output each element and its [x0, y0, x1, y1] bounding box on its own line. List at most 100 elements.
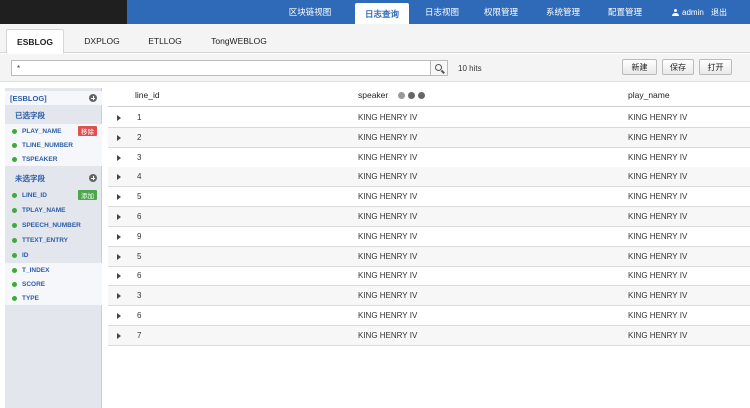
- cell-play-name: KING HENRY IV: [628, 192, 688, 202]
- expand-caret-icon[interactable]: [117, 233, 121, 240]
- field-name: SPEECH_NUMBER: [22, 221, 81, 229]
- cell-line-id: 4: [137, 172, 142, 182]
- expand-caret-icon[interactable]: [117, 154, 121, 161]
- index-name: [ESBLOG]: [10, 93, 47, 103]
- nav-permission[interactable]: 权限管理: [472, 0, 530, 24]
- field-item[interactable]: TLINE_NUMBER: [5, 138, 102, 152]
- field-item[interactable]: TTEXT_ENTRY: [5, 233, 102, 247]
- nav-config[interactable]: 配置管理: [594, 0, 656, 24]
- expand-caret-icon[interactable]: [117, 174, 121, 181]
- tab-tongweblog[interactable]: TongWEBLOG: [204, 29, 274, 53]
- cell-speaker: KING HENRY IV: [358, 311, 418, 320]
- field-item[interactable]: LINE_ID 添加: [5, 188, 102, 202]
- column-header-line-id[interactable]: line_id: [135, 90, 160, 100]
- cell-play-name: KING HENRY IV: [628, 172, 688, 182]
- save-button[interactable]: 保存: [662, 59, 694, 75]
- field-name: TTEXT_ENTRY: [22, 236, 68, 244]
- table-row[interactable]: 5 KING HENRY IV KING HENRY IV: [108, 187, 750, 208]
- field-name: TLINE_NUMBER: [22, 141, 73, 149]
- expand-caret-icon[interactable]: [117, 332, 121, 339]
- cell-line-id: 6: [137, 271, 142, 281]
- field-dot-icon: [12, 281, 17, 287]
- remove-column-icon[interactable]: [408, 92, 415, 99]
- tab-etllog[interactable]: ETLLOG: [140, 29, 190, 53]
- field-item[interactable]: SPEECH_NUMBER: [5, 218, 102, 232]
- field-name: T_INDEX: [22, 266, 50, 274]
- tab-dxplog[interactable]: DXPLOG: [74, 29, 130, 53]
- field-dot-icon: [12, 252, 17, 258]
- table-row[interactable]: 7 KING HENRY IV KING HENRY IV: [108, 325, 750, 346]
- field-item[interactable]: ID: [5, 248, 102, 262]
- cell-line-id: 5: [137, 192, 142, 202]
- table-row[interactable]: 9 KING HENRY IV KING HENRY IV: [108, 227, 750, 247]
- field-item[interactable]: PLAY_NAME 移除: [5, 124, 102, 138]
- field-item[interactable]: TYPE: [5, 291, 102, 305]
- add-circle-icon[interactable]: [89, 174, 97, 182]
- field-item[interactable]: TPLAY_NAME: [5, 203, 102, 217]
- field-name: TPLAY_NAME: [22, 206, 66, 214]
- cell-play-name: KING HENRY IV: [628, 330, 688, 340]
- cell-line-id: 1: [137, 113, 142, 122]
- field-dot-icon: [12, 222, 17, 228]
- search-button[interactable]: [431, 60, 448, 76]
- table-row[interactable]: 4 KING HENRY IV KING HENRY IV: [108, 167, 750, 188]
- new-button[interactable]: 新建: [622, 59, 657, 75]
- nav-blockchain-view[interactable]: 区块链视图: [278, 0, 342, 24]
- expand-caret-icon[interactable]: [117, 313, 121, 319]
- table-row[interactable]: 5 KING HENRY IV KING HENRY IV: [108, 246, 750, 267]
- add-field-button[interactable]: 添加: [78, 190, 97, 200]
- field-dot-icon: [12, 267, 17, 273]
- table-row[interactable]: 6 KING HENRY IV KING HENRY IV: [108, 306, 750, 326]
- nav-log-query[interactable]: 日志查询: [355, 3, 409, 24]
- sort-icon[interactable]: [398, 92, 405, 99]
- expand-caret-icon[interactable]: [117, 293, 121, 300]
- cell-speaker: KING HENRY IV: [358, 172, 418, 182]
- expand-caret-icon[interactable]: [117, 115, 121, 121]
- expand-caret-icon[interactable]: [117, 273, 121, 280]
- cell-play-name: KING HENRY IV: [628, 311, 688, 320]
- move-right-icon[interactable]: [418, 92, 425, 99]
- cell-speaker: KING HENRY IV: [358, 231, 418, 241]
- table-row[interactable]: 2 KING HENRY IV KING HENRY IV: [108, 127, 750, 148]
- field-item[interactable]: SCORE: [5, 277, 102, 291]
- cell-speaker: KING HENRY IV: [358, 291, 418, 301]
- open-button[interactable]: 打开: [699, 59, 732, 75]
- column-header-play-name[interactable]: play_name: [628, 90, 670, 100]
- logout-link[interactable]: 退出: [711, 0, 727, 24]
- cell-line-id: 5: [137, 251, 142, 261]
- cell-line-id: 7: [137, 330, 142, 340]
- table-row[interactable]: 3 KING HENRY IV KING HENRY IV: [108, 148, 750, 168]
- expand-caret-icon[interactable]: [117, 194, 121, 201]
- selected-fields-title: 已选字段: [15, 110, 45, 120]
- cell-speaker: KING HENRY IV: [358, 192, 418, 202]
- cell-play-name: KING HENRY IV: [628, 251, 688, 261]
- nav-log-view[interactable]: 日志视图: [414, 0, 470, 24]
- expand-caret-icon[interactable]: [117, 214, 121, 220]
- expand-caret-icon[interactable]: [117, 253, 121, 260]
- cell-speaker: KING HENRY IV: [358, 212, 418, 221]
- field-name: PLAY_NAME: [22, 127, 62, 135]
- field-item[interactable]: T_INDEX: [5, 263, 102, 277]
- field-name: TSPEAKER: [22, 155, 58, 163]
- table-row[interactable]: 1 KING HENRY IV KING HENRY IV: [108, 108, 750, 128]
- field-name: TYPE: [22, 294, 39, 302]
- cell-line-id: 3: [137, 152, 142, 162]
- cell-play-name: KING HENRY IV: [628, 212, 688, 221]
- tab-esblog[interactable]: ESBLOG: [6, 29, 64, 54]
- table-row[interactable]: 6 KING HENRY IV KING HENRY IV: [108, 266, 750, 287]
- add-circle-icon[interactable]: [89, 94, 97, 102]
- field-item[interactable]: TSPEAKER: [5, 152, 102, 166]
- remove-field-button[interactable]: 移除: [78, 126, 97, 136]
- cell-speaker: KING HENRY IV: [358, 132, 418, 142]
- column-header-speaker[interactable]: speaker: [358, 90, 388, 100]
- cell-line-id: 6: [137, 212, 142, 221]
- search-input[interactable]: [11, 60, 431, 76]
- table-row[interactable]: 3 KING HENRY IV KING HENRY IV: [108, 286, 750, 307]
- expand-caret-icon[interactable]: [117, 134, 121, 141]
- table-row[interactable]: 6 KING HENRY IV KING HENRY IV: [108, 207, 750, 227]
- nav-system[interactable]: 系统管理: [534, 0, 592, 24]
- user-menu[interactable]: admin: [672, 0, 704, 24]
- cell-speaker: KING HENRY IV: [358, 251, 418, 261]
- cell-play-name: KING HENRY IV: [628, 271, 688, 281]
- unselected-fields-title: 未选字段: [15, 173, 45, 183]
